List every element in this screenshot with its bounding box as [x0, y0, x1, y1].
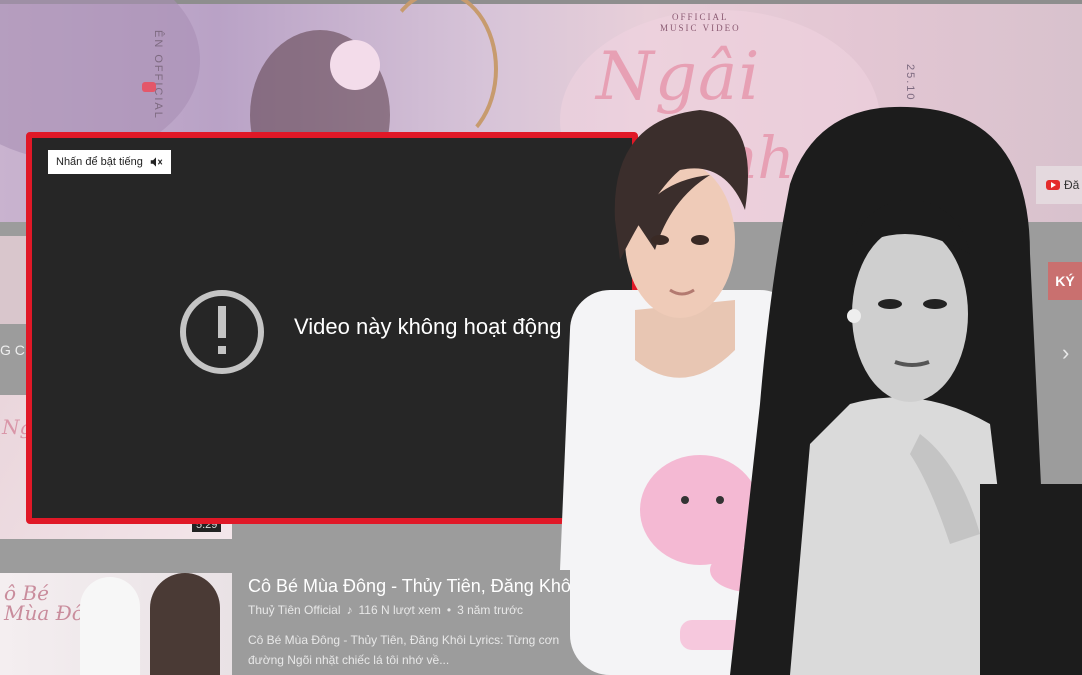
left-cropped-thumbnail[interactable] — [0, 236, 26, 324]
upload-age: 3 năm trước — [457, 603, 523, 617]
official-label: OFFICIAL — [672, 12, 729, 22]
thumbnail-woman-figure — [150, 573, 220, 675]
unmute-button[interactable]: Nhấn để bật tiếng — [48, 150, 171, 174]
thumbnail-man-figure — [80, 577, 140, 675]
video-thumbnail[interactable]: ô Bé Mùa Đông — [0, 573, 232, 675]
unmute-label: Nhấn để bật tiếng — [56, 156, 143, 168]
music-video-label: MUSIC VIDEO — [660, 23, 741, 33]
muted-speaker-icon — [150, 157, 163, 167]
music-note-icon: ♪ — [346, 603, 353, 617]
video-meta: Thuỷ Tiên Official ♪ 116 N lượt xem • 3 … — [248, 603, 523, 617]
description-line-2: đường Ngõi nhặt chiếc lá tôi nhớ về... — [248, 653, 450, 667]
banner-vertical-text-right: 25.10 — [904, 64, 916, 102]
video-description: Cô Bé Mùa Đông - Thủy Tiên, Đăng Khôi Ly… — [248, 630, 588, 670]
error-message: Video này không hoạt động — [294, 314, 562, 339]
error-alert-icon — [180, 290, 264, 374]
video-title[interactable]: Cô Bé Mùa Đông - Thủy Tiên, Đăng Khôi — [248, 576, 575, 597]
banner-yt-mark — [142, 82, 156, 92]
banner-vertical-text-left: ÊN OFFICIAL — [152, 30, 164, 120]
channel-name[interactable]: Thuỷ Tiên Official — [248, 603, 340, 617]
banner-bow — [380, 0, 498, 148]
female-singer-photo — [730, 106, 1082, 675]
official-music-video-label: OFFICIAL MUSIC VIDEO — [660, 12, 741, 34]
description-line-1: Cô Bé Mùa Đông - Thủy Tiên, Đăng Khôi Ly… — [248, 633, 560, 647]
view-count: 116 N lượt xem — [358, 603, 441, 617]
meta-separator: • — [446, 603, 452, 617]
banner-flower-crown — [330, 40, 380, 90]
